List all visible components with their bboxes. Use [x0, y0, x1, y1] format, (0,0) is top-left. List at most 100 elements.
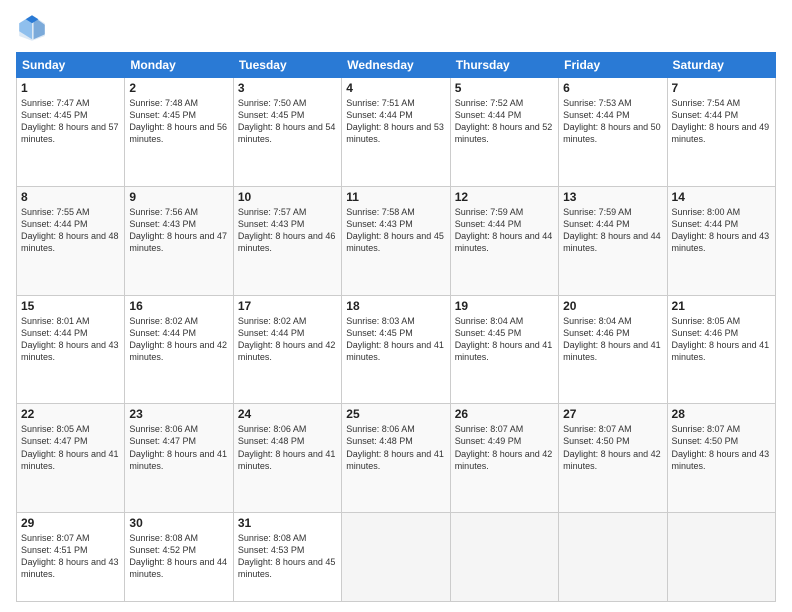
day-number: 25: [346, 407, 445, 421]
day-number: 7: [672, 81, 771, 95]
cell-info: Sunrise: 8:06 AMSunset: 4:48 PMDaylight:…: [238, 423, 337, 472]
weekday-header-thursday: Thursday: [450, 53, 558, 78]
calendar-cell: 2 Sunrise: 7:48 AMSunset: 4:45 PMDaylight…: [125, 78, 233, 187]
calendar-cell: 22 Sunrise: 8:05 AMSunset: 4:47 PMDayligh…: [17, 404, 125, 513]
cell-info: Sunrise: 7:47 AMSunset: 4:45 PMDaylight:…: [21, 97, 120, 146]
day-number: 27: [563, 407, 662, 421]
cell-info: Sunrise: 7:51 AMSunset: 4:44 PMDaylight:…: [346, 97, 445, 146]
day-number: 22: [21, 407, 120, 421]
calendar-cell: 23 Sunrise: 8:06 AMSunset: 4:47 PMDayligh…: [125, 404, 233, 513]
day-number: 28: [672, 407, 771, 421]
cell-info: Sunrise: 7:53 AMSunset: 4:44 PMDaylight:…: [563, 97, 662, 146]
day-number: 4: [346, 81, 445, 95]
header: [16, 12, 776, 44]
day-number: 19: [455, 299, 554, 313]
calendar-cell: 16 Sunrise: 8:02 AMSunset: 4:44 PMDayligh…: [125, 295, 233, 404]
day-number: 5: [455, 81, 554, 95]
day-number: 11: [346, 190, 445, 204]
cell-info: Sunrise: 8:08 AMSunset: 4:53 PMDaylight:…: [238, 532, 337, 581]
calendar-cell: 6 Sunrise: 7:53 AMSunset: 4:44 PMDaylight…: [559, 78, 667, 187]
cell-info: Sunrise: 8:03 AMSunset: 4:45 PMDaylight:…: [346, 315, 445, 364]
calendar-cell: 21Sunrise: 8:05 AMSunset: 4:46 PMDayligh…: [667, 295, 775, 404]
calendar-cell: 25 Sunrise: 8:06 AMSunset: 4:48 PMDayligh…: [342, 404, 450, 513]
calendar-cell: 31 Sunrise: 8:08 AMSunset: 4:53 PMDayligh…: [233, 513, 341, 602]
calendar-cell: 28 Sunrise: 8:07 AMSunset: 4:50 PMDayligh…: [667, 404, 775, 513]
cell-info: Sunrise: 8:07 AMSunset: 4:50 PMDaylight:…: [672, 423, 771, 472]
page: SundayMondayTuesdayWednesdayThursdayFrid…: [0, 0, 792, 612]
calendar-week-row: 22 Sunrise: 8:05 AMSunset: 4:47 PMDayligh…: [17, 404, 776, 513]
day-number: 30: [129, 516, 228, 530]
weekday-header-sunday: Sunday: [17, 53, 125, 78]
logo-icon: [16, 12, 48, 44]
day-number: 26: [455, 407, 554, 421]
day-number: 6: [563, 81, 662, 95]
cell-info: Sunrise: 8:04 AMSunset: 4:46 PMDaylight:…: [563, 315, 662, 364]
day-number: 13: [563, 190, 662, 204]
day-number: 24: [238, 407, 337, 421]
calendar-cell: 5 Sunrise: 7:52 AMSunset: 4:44 PMDaylight…: [450, 78, 558, 187]
cell-info: Sunrise: 8:07 AMSunset: 4:51 PMDaylight:…: [21, 532, 120, 581]
calendar-table: SundayMondayTuesdayWednesdayThursdayFrid…: [16, 52, 776, 602]
weekday-header-friday: Friday: [559, 53, 667, 78]
cell-info: Sunrise: 8:02 AMSunset: 4:44 PMDaylight:…: [238, 315, 337, 364]
calendar-cell: [342, 513, 450, 602]
day-number: 23: [129, 407, 228, 421]
cell-info: Sunrise: 8:07 AMSunset: 4:49 PMDaylight:…: [455, 423, 554, 472]
calendar-cell: 20 Sunrise: 8:04 AMSunset: 4:46 PMDayligh…: [559, 295, 667, 404]
logo: [16, 12, 52, 44]
calendar-cell: 29Sunrise: 8:07 AMSunset: 4:51 PMDayligh…: [17, 513, 125, 602]
calendar-week-row: 1 Sunrise: 7:47 AMSunset: 4:45 PMDaylight…: [17, 78, 776, 187]
calendar-cell: 13 Sunrise: 7:59 AMSunset: 4:44 PMDayligh…: [559, 186, 667, 295]
cell-info: Sunrise: 7:57 AMSunset: 4:43 PMDaylight:…: [238, 206, 337, 255]
calendar-week-row: 8Sunrise: 7:55 AMSunset: 4:44 PMDaylight…: [17, 186, 776, 295]
calendar-cell: [450, 513, 558, 602]
day-number: 15: [21, 299, 120, 313]
cell-info: Sunrise: 7:54 AMSunset: 4:44 PMDaylight:…: [672, 97, 771, 146]
day-number: 14: [672, 190, 771, 204]
calendar-cell: 18 Sunrise: 8:03 AMSunset: 4:45 PMDayligh…: [342, 295, 450, 404]
calendar-cell: 1 Sunrise: 7:47 AMSunset: 4:45 PMDaylight…: [17, 78, 125, 187]
cell-info: Sunrise: 8:07 AMSunset: 4:50 PMDaylight:…: [563, 423, 662, 472]
day-number: 31: [238, 516, 337, 530]
cell-info: Sunrise: 7:55 AMSunset: 4:44 PMDaylight:…: [21, 206, 120, 255]
weekday-header-saturday: Saturday: [667, 53, 775, 78]
cell-info: Sunrise: 7:48 AMSunset: 4:45 PMDaylight:…: [129, 97, 228, 146]
cell-info: Sunrise: 8:01 AMSunset: 4:44 PMDaylight:…: [21, 315, 120, 364]
cell-info: Sunrise: 8:02 AMSunset: 4:44 PMDaylight:…: [129, 315, 228, 364]
day-number: 3: [238, 81, 337, 95]
calendar-cell: 10 Sunrise: 7:57 AMSunset: 4:43 PMDayligh…: [233, 186, 341, 295]
day-number: 16: [129, 299, 228, 313]
cell-info: Sunrise: 7:52 AMSunset: 4:44 PMDaylight:…: [455, 97, 554, 146]
calendar-cell: [559, 513, 667, 602]
calendar-week-row: 29Sunrise: 8:07 AMSunset: 4:51 PMDayligh…: [17, 513, 776, 602]
day-number: 9: [129, 190, 228, 204]
calendar-cell: 14 Sunrise: 8:00 AMSunset: 4:44 PMDayligh…: [667, 186, 775, 295]
calendar-cell: 12 Sunrise: 7:59 AMSunset: 4:44 PMDayligh…: [450, 186, 558, 295]
cell-info: Sunrise: 8:00 AMSunset: 4:44 PMDaylight:…: [672, 206, 771, 255]
cell-info: Sunrise: 8:06 AMSunset: 4:47 PMDaylight:…: [129, 423, 228, 472]
calendar-cell: [667, 513, 775, 602]
calendar-cell: 26 Sunrise: 8:07 AMSunset: 4:49 PMDayligh…: [450, 404, 558, 513]
day-number: 12: [455, 190, 554, 204]
calendar-cell: 15 Sunrise: 8:01 AMSunset: 4:44 PMDayligh…: [17, 295, 125, 404]
weekday-header-wednesday: Wednesday: [342, 53, 450, 78]
day-number: 1: [21, 81, 120, 95]
cell-info: Sunrise: 7:59 AMSunset: 4:44 PMDaylight:…: [563, 206, 662, 255]
calendar-cell: 4 Sunrise: 7:51 AMSunset: 4:44 PMDaylight…: [342, 78, 450, 187]
cell-info: Sunrise: 8:04 AMSunset: 4:45 PMDaylight:…: [455, 315, 554, 364]
calendar-cell: 17Sunrise: 8:02 AMSunset: 4:44 PMDayligh…: [233, 295, 341, 404]
cell-info: Sunrise: 8:06 AMSunset: 4:48 PMDaylight:…: [346, 423, 445, 472]
day-number: 18: [346, 299, 445, 313]
calendar-cell: 7 Sunrise: 7:54 AMSunset: 4:44 PMDaylight…: [667, 78, 775, 187]
day-number: 10: [238, 190, 337, 204]
weekday-header-tuesday: Tuesday: [233, 53, 341, 78]
day-number: 20: [563, 299, 662, 313]
cell-info: Sunrise: 7:50 AMSunset: 4:45 PMDaylight:…: [238, 97, 337, 146]
cell-info: Sunrise: 7:59 AMSunset: 4:44 PMDaylight:…: [455, 206, 554, 255]
day-number: 2: [129, 81, 228, 95]
cell-info: Sunrise: 8:05 AMSunset: 4:46 PMDaylight:…: [672, 315, 771, 364]
calendar-cell: 3 Sunrise: 7:50 AMSunset: 4:45 PMDaylight…: [233, 78, 341, 187]
calendar-cell: 19 Sunrise: 8:04 AMSunset: 4:45 PMDayligh…: [450, 295, 558, 404]
calendar-cell: 27 Sunrise: 8:07 AMSunset: 4:50 PMDayligh…: [559, 404, 667, 513]
cell-info: Sunrise: 8:05 AMSunset: 4:47 PMDaylight:…: [21, 423, 120, 472]
